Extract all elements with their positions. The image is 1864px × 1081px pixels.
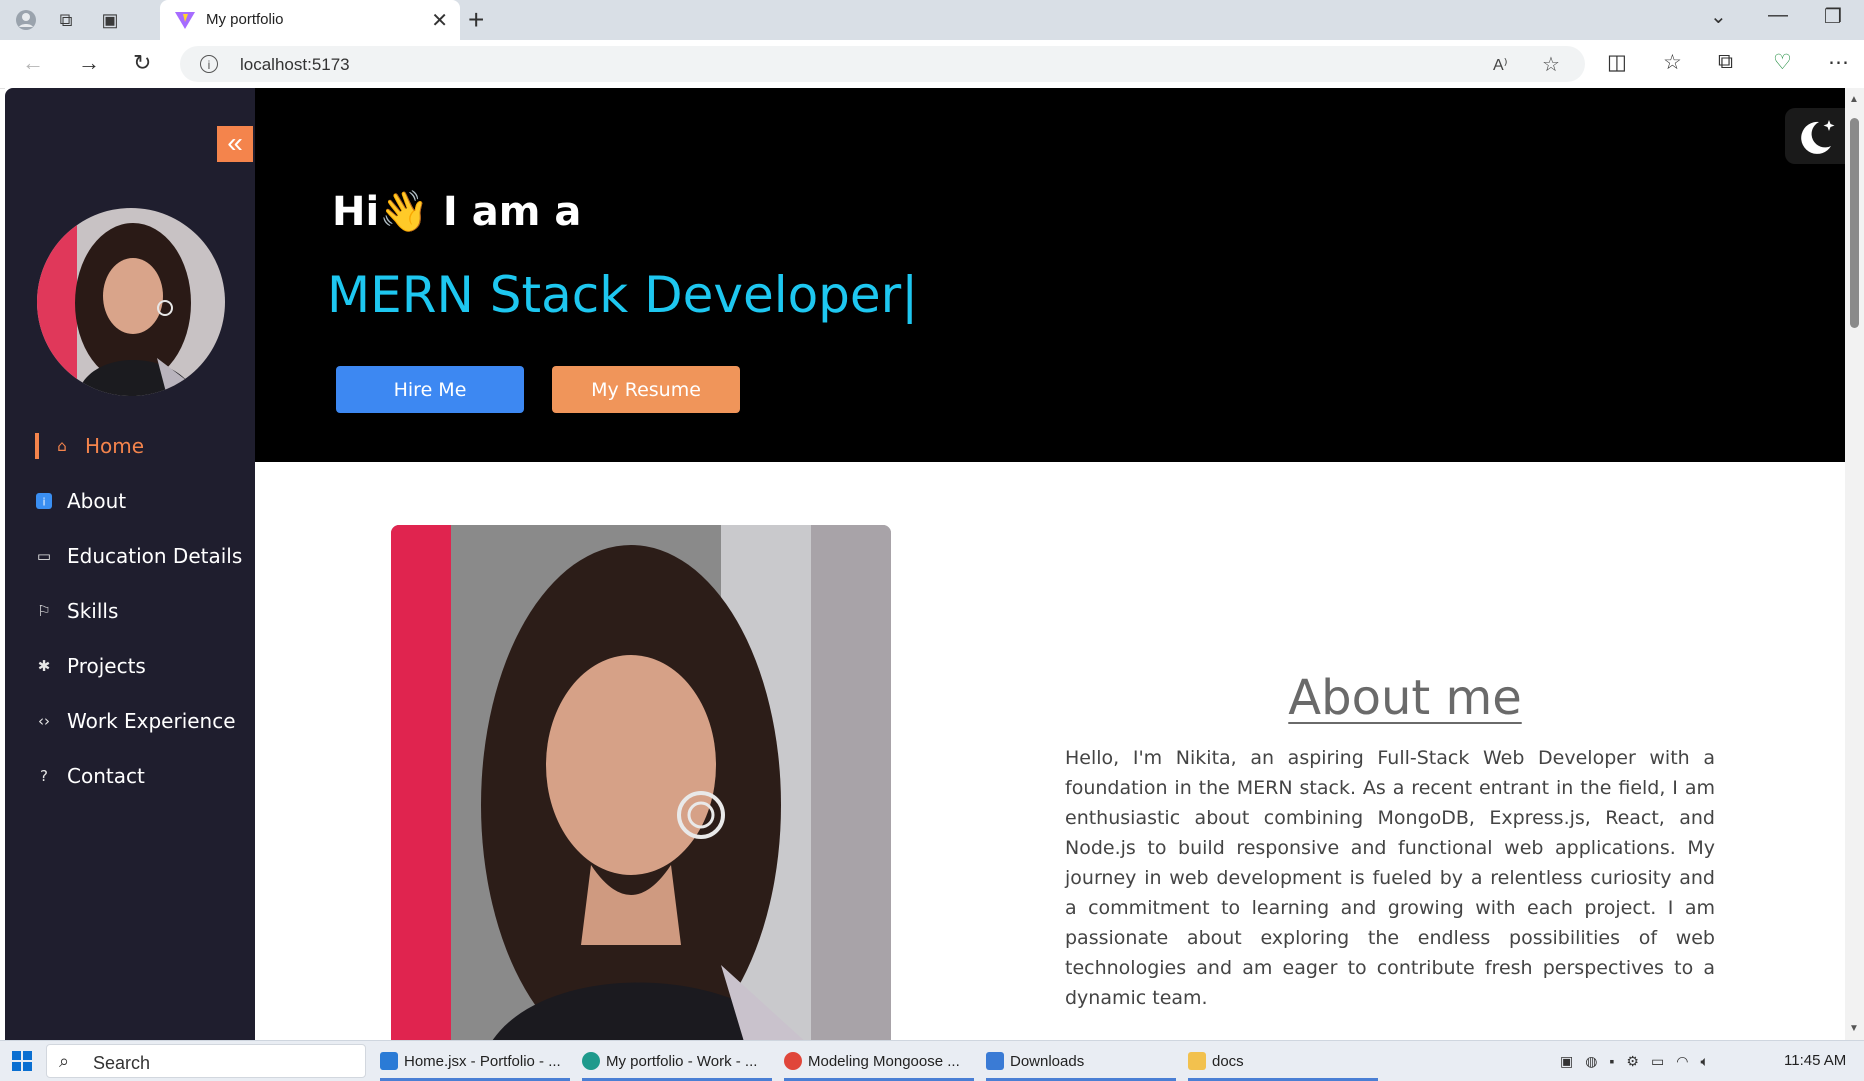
taskbar-item-label: docs [1212,1052,1244,1070]
teams-icon[interactable]: ▣ [1560,1053,1573,1070]
battery-icon[interactable]: ▭ [1651,1053,1664,1070]
sidebar-item-label: Contact [67,763,145,788]
search-icon: ⌕ [59,1051,70,1071]
sidebar-item-projects[interactable]: ✱ Projects [35,638,242,693]
new-tab-button[interactable]: + [468,4,484,36]
favorites-icon[interactable]: ☆ [1663,50,1682,75]
tab-actions-icon[interactable]: ▣ [98,8,122,32]
sidebar-item-skills[interactable]: ⚐ Skills [35,583,242,638]
avatar [37,208,225,396]
hero-role-typing: MERN Stack Developer| [327,266,919,324]
taskbar-item-edge[interactable]: My portfolio - Work - ... [582,1041,772,1081]
sidebar-item-label: Skills [67,598,119,623]
taskbar-search-label: Search [93,1053,151,1073]
hire-me-button[interactable]: Hire Me [336,366,524,413]
code-icon: ‹› [38,711,50,730]
chrome-icon [784,1052,802,1070]
browser-essentials-icon[interactable]: ♡ [1773,50,1792,75]
vscode-icon [380,1052,398,1070]
sidebar: « ⌂ Home i About ▭ Education Details ⚐ S… [5,88,255,1040]
scrollbar-thumb[interactable] [1850,118,1859,328]
tab-title: My portfolio [206,11,284,28]
site-info-icon[interactable]: i [200,55,218,73]
taskbar-item-label: Modeling Mongoose ... [808,1052,960,1070]
taskbar-clock[interactable]: 11:45 AM [1784,1052,1846,1069]
profile-icon[interactable] [14,8,38,32]
help-circle-icon: ? [40,766,48,785]
url-text: localhost:5173 [240,55,350,74]
tab-list-chevron-icon[interactable]: ⌄ [1710,4,1727,29]
system-tray: ▣ ◍ ▪ ⚙ ▭ ◠ 🔈︎ [1560,1041,1709,1081]
sidebar-item-label: Work Experience [67,708,236,733]
taskbar-item-chrome[interactable]: Modeling Mongoose ... [784,1041,974,1081]
theme-toggle-button[interactable] [1785,108,1845,164]
close-tab-icon[interactable]: ✕ [431,8,448,33]
shield-icon[interactable]: ◍ [1585,1053,1597,1070]
sidebar-item-home[interactable]: ⌂ Home [35,418,242,473]
scroll-down-icon[interactable]: ▼ [1849,1023,1859,1034]
sidebar-item-about[interactable]: i About [35,473,242,528]
edge-icon [582,1052,600,1070]
download-arrow-icon [986,1052,1004,1070]
about-paragraph: Hello, I'm Nikita, an aspiring Full-Stac… [1065,747,1715,1009]
maximize-button[interactable]: ❐ [1824,4,1842,29]
url-input[interactable]: i localhost:5173 A⁾ ☆ [180,46,1585,82]
sidebar-item-work-experience[interactable]: ‹› Work Experience [35,693,242,748]
sidebar-item-label: Education Details [67,543,243,568]
profile-photo [391,525,891,1040]
taskbar-item-label: Home.jsx - Portfolio - ... [404,1052,561,1070]
svg-text:i: i [42,495,45,508]
taskbar-item-downloads[interactable]: Downloads [986,1041,1176,1081]
sidebar-item-label: About [67,488,127,513]
taskbar-item-label: Downloads [1010,1052,1085,1070]
favorite-star-icon[interactable]: ☆ [1542,52,1560,77]
home-icon: ⌂ [57,436,67,455]
minimize-button[interactable]: — [1768,4,1788,27]
split-screen-icon[interactable]: ◫ [1607,50,1627,75]
about-title: About me [1288,670,1522,726]
cast-icon: ▭ [36,546,52,565]
sidebar-item-education-details[interactable]: ▭ Education Details [35,528,242,583]
settings-icon[interactable]: ⚙ [1626,1053,1639,1070]
my-resume-button[interactable]: My Resume [552,366,740,413]
folder-icon [1188,1052,1206,1070]
taskbar-item-label: My portfolio - Work - ... [606,1052,758,1070]
browser-tab-bar: ⧉ ▣ My portfolio ✕ + ⌄ — ❐ [0,0,1864,40]
start-button[interactable] [12,1051,32,1071]
read-aloud-icon[interactable]: A⁾ [1493,55,1508,75]
sidebar-item-contact[interactable]: ? Contact [35,748,242,803]
volume-icon[interactable]: 🔈︎ [1700,1053,1708,1070]
wifi-icon[interactable]: ◠ [1676,1053,1688,1070]
collapse-sidebar-button[interactable]: « [217,126,253,162]
vite-favicon-icon [175,12,195,29]
browser-tab[interactable]: My portfolio ✕ [160,0,460,40]
moon-stars-icon [1801,120,1835,154]
page-scrollbar[interactable]: ▲ ▼ [1845,88,1864,1040]
hero-greeting: Hi👋 I am a [332,189,582,235]
nvidia-icon[interactable]: ▪ [1609,1053,1614,1069]
taskbar-search[interactable]: ⌕ Search [46,1044,366,1078]
forward-button[interactable]: → [78,50,100,76]
sidebar-nav: ⌂ Home i About ▭ Education Details ⚐ Ski… [35,418,242,803]
scroll-up-icon[interactable]: ▲ [1849,94,1859,105]
info-icon: i [35,492,53,510]
workspaces-icon[interactable]: ⧉ [54,8,78,32]
taskbar-item-docs[interactable]: docs [1188,1041,1378,1081]
more-menu-icon[interactable]: ⋯ [1828,50,1849,75]
refresh-button[interactable]: ↻ [133,50,151,76]
hero-section: Hi👋 I am a MERN Stack Developer| Hire Me… [255,88,1845,462]
address-bar: ← → ↻ i localhost:5173 A⁾ ☆ ◫ ☆ ⧉ ♡ ⋯ [0,40,1864,89]
sidebar-item-label: Home [85,433,145,458]
collections-icon[interactable]: ⧉ [1718,50,1733,74]
back-button[interactable]: ← [22,50,44,76]
taskbar-item-vscode[interactable]: Home.jsx - Portfolio - ... [380,1041,570,1081]
projects-icon: ✱ [37,656,51,675]
windows-taskbar: ⌕ Search Home.jsx - Portfolio - ... My p… [0,1040,1864,1081]
page-viewport: « ⌂ Home i About ▭ Education Details ⚐ S… [5,88,1845,1040]
sidebar-item-label: Projects [67,653,146,678]
skills-icon: ⚐ [37,601,51,620]
